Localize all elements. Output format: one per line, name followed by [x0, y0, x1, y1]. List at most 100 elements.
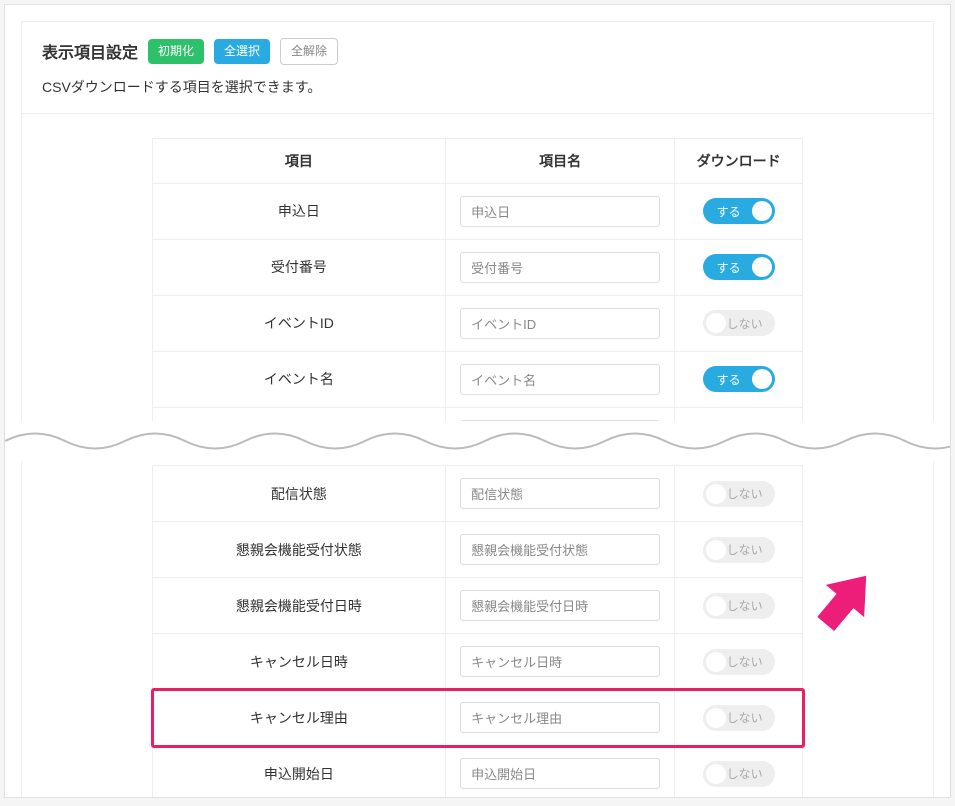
table-row: 懇親会機能受付状態 しない — [153, 522, 803, 578]
item-name-cell — [445, 578, 674, 634]
table-row: 配信状態 しない — [153, 466, 803, 522]
item-name-cell — [445, 295, 674, 351]
toggle-knob — [752, 257, 772, 277]
table-wrap-top: 項目 項目名 ダウンロード 申込日する受付番号するイベントIDしないイベント名す… — [22, 114, 933, 474]
item-name-input[interactable] — [460, 758, 660, 789]
download-toggle-cell: しない — [675, 690, 803, 746]
download-toggle-cell: する — [675, 183, 803, 239]
truncation-wave-separator — [5, 421, 951, 461]
item-name-input[interactable] — [460, 534, 660, 565]
toggle-knob — [706, 484, 726, 504]
download-toggle-cell: する — [675, 239, 803, 295]
item-name-input[interactable] — [460, 252, 660, 283]
download-toggle-cell: しない — [675, 746, 803, 799]
item-name-cell — [445, 690, 674, 746]
item-name-input[interactable] — [460, 702, 660, 733]
toggle-label: しない — [727, 485, 763, 502]
table-row: イベントID しない — [153, 295, 803, 351]
toggle-knob — [706, 764, 726, 784]
panel-description: CSVダウンロードする項目を選択できます。 — [42, 77, 913, 97]
display-settings-panel: 表示項目設定 初期化 全選択 全解除 CSVダウンロードする項目を選択できます。… — [21, 21, 934, 475]
table-row: 申込開始日 しない — [153, 746, 803, 799]
download-toggle-cell: しない — [675, 466, 803, 522]
item-label-cell: 懇親会機能受付日時 — [153, 578, 446, 634]
item-name-input[interactable] — [460, 590, 660, 621]
settings-table-bottom: 配信状態しない懇親会機能受付状態しない懇親会機能受付日時しないキャンセル日時しな… — [152, 465, 803, 798]
toggle-knob — [752, 369, 772, 389]
download-toggle[interactable]: しない — [703, 761, 775, 787]
toggle-knob — [706, 596, 726, 616]
col-header-download: ダウンロード — [675, 138, 803, 183]
col-header-name: 項目名 — [445, 138, 674, 183]
item-name-input[interactable] — [460, 196, 660, 227]
table-row: イベント名 する — [153, 351, 803, 407]
toggle-knob — [706, 313, 726, 333]
toggle-label: する — [717, 259, 741, 276]
settings-table-top: 項目 項目名 ダウンロード 申込日する受付番号するイベントIDしないイベント名す… — [152, 138, 803, 464]
item-name-input[interactable] — [460, 308, 660, 339]
download-toggle[interactable]: しない — [703, 705, 775, 731]
item-label-cell: 懇親会機能受付状態 — [153, 522, 446, 578]
toggle-label: しない — [727, 541, 763, 558]
download-toggle[interactable]: しない — [703, 593, 775, 619]
item-label-cell: キャンセル理由 — [153, 690, 446, 746]
outer-frame: 表示項目設定 初期化 全選択 全解除 CSVダウンロードする項目を選択できます。… — [4, 4, 951, 798]
select-all-button[interactable]: 全選択 — [214, 39, 270, 64]
table-row: キャンセル日時 しない — [153, 634, 803, 690]
toggle-label: しない — [727, 765, 763, 782]
download-toggle-cell: しない — [675, 634, 803, 690]
toggle-label: しない — [727, 597, 763, 614]
reset-button[interactable]: 初期化 — [148, 39, 204, 64]
toggle-label: する — [717, 371, 741, 388]
download-toggle[interactable]: しない — [703, 537, 775, 563]
download-toggle-cell: しない — [675, 522, 803, 578]
table-row: 申込日 する — [153, 183, 803, 239]
display-settings-panel-bottom: 配信状態しない懇親会機能受付状態しない懇親会機能受付日時しないキャンセル日時しな… — [21, 455, 934, 798]
download-toggle-cell: する — [675, 351, 803, 407]
download-toggle[interactable]: しない — [703, 481, 775, 507]
toggle-label: しない — [727, 315, 763, 332]
item-name-input[interactable] — [460, 364, 660, 395]
table-header-row: 項目 項目名 ダウンロード — [153, 138, 803, 183]
toggle-label: しない — [727, 653, 763, 670]
deselect-all-button[interactable]: 全解除 — [280, 38, 338, 65]
title-row: 表示項目設定 初期化 全選択 全解除 — [42, 38, 913, 65]
table-wrap-bottom: 配信状態しない懇親会機能受付状態しない懇親会機能受付日時しないキャンセル日時しな… — [22, 455, 933, 798]
table-row: キャンセル理由 しない — [153, 690, 803, 746]
toggle-knob — [752, 201, 772, 221]
download-toggle[interactable]: する — [703, 198, 775, 224]
item-label-cell: イベントID — [153, 295, 446, 351]
download-toggle[interactable]: する — [703, 254, 775, 280]
item-label-cell: 申込開始日 — [153, 746, 446, 799]
panel-title: 表示項目設定 — [42, 39, 138, 63]
item-label-cell: 申込日 — [153, 183, 446, 239]
toggle-label: しない — [727, 709, 763, 726]
item-label-cell: 配信状態 — [153, 466, 446, 522]
bottom-section: 配信状態しない懇親会機能受付状態しない懇親会機能受付日時しないキャンセル日時しな… — [5, 455, 950, 798]
item-name-cell — [445, 239, 674, 295]
toggle-label: する — [717, 203, 741, 220]
item-name-input[interactable] — [460, 646, 660, 677]
toggle-knob — [706, 708, 726, 728]
item-name-cell — [445, 634, 674, 690]
item-name-cell — [445, 746, 674, 799]
download-toggle-cell: しない — [675, 578, 803, 634]
download-toggle[interactable]: しない — [703, 649, 775, 675]
item-name-cell — [445, 351, 674, 407]
download-toggle[interactable]: する — [703, 366, 775, 392]
item-label-cell: 受付番号 — [153, 239, 446, 295]
item-name-cell — [445, 466, 674, 522]
item-name-input[interactable] — [460, 478, 660, 509]
item-name-cell — [445, 183, 674, 239]
toggle-knob — [706, 652, 726, 672]
item-label-cell: イベント名 — [153, 351, 446, 407]
item-name-cell — [445, 522, 674, 578]
col-header-item: 項目 — [153, 138, 446, 183]
toggle-knob — [706, 540, 726, 560]
item-label-cell: キャンセル日時 — [153, 634, 446, 690]
panel-header: 表示項目設定 初期化 全選択 全解除 CSVダウンロードする項目を選択できます。 — [22, 22, 933, 114]
table-row: 懇親会機能受付日時 しない — [153, 578, 803, 634]
download-toggle[interactable]: しない — [703, 310, 775, 336]
download-toggle-cell: しない — [675, 295, 803, 351]
table-row: 受付番号 する — [153, 239, 803, 295]
